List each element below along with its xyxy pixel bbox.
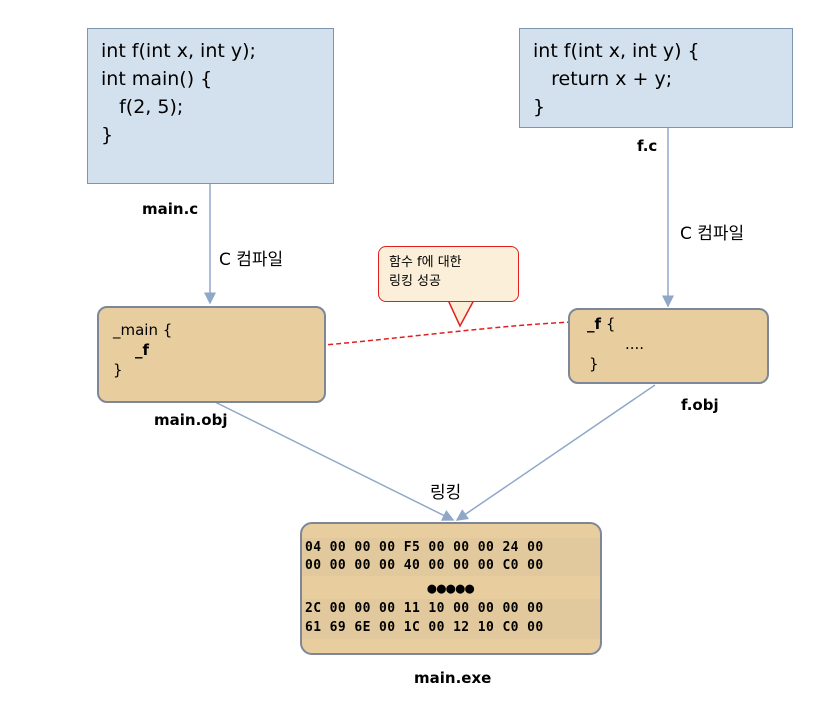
exe-row-4: 61 69 6E 00 1C 00 12 10 C0 00: [305, 620, 544, 635]
f-c-line-3: }: [533, 96, 546, 118]
compile-label-left: C 컴파일: [219, 250, 284, 270]
linking-label: 링킹: [430, 483, 462, 503]
f-obj-brace: {: [605, 315, 616, 333]
main-c-line-4: f(2, 5);: [101, 96, 184, 118]
f-c-line-2: return x + y;: [533, 68, 673, 90]
callout-line-1: 함수 f에 대한: [389, 255, 462, 270]
link-success-callout: 함수 f에 대한 링킹 성공: [378, 246, 519, 302]
main-c-line-3: int main() {: [101, 68, 213, 90]
exe-row-2: 00 00 00 00 40 00 00 00 C0 00: [305, 558, 544, 573]
f-obj-label: f.obj: [681, 396, 719, 414]
main-exe-box: 04 00 00 00 F5 00 00 00 24 00 00 00 00 0…: [300, 522, 602, 655]
exe-row-3: 2C 00 00 00 11 10 00 00 00 00: [305, 601, 544, 616]
callout-tail: [446, 299, 476, 328]
main-exe-label: main.exe: [414, 669, 492, 687]
main-obj-line-1: _main {: [113, 321, 173, 339]
main-c-source-box: int f(int x, int y); int main() { f(2, 5…: [87, 28, 334, 184]
main-c-line-5: }: [101, 124, 114, 146]
f-obj-box: _f { .... }: [568, 308, 769, 384]
main-obj-label: main.obj: [154, 411, 228, 429]
edge-main-obj-to-main-exe: [214, 401, 455, 521]
callout-line-2: 링킹 성공: [389, 274, 441, 289]
f-obj-line-1: _f {: [587, 314, 767, 334]
exe-row-1: 04 00 00 00 F5 00 00 00 24 00: [305, 540, 544, 555]
f-c-line-1: int f(int x, int y) {: [533, 40, 700, 62]
main-c-line-1: int f(int x, int y);: [101, 40, 256, 62]
f-obj-line-3: }: [589, 355, 599, 373]
f-obj-line-2: ....: [625, 335, 645, 353]
compile-label-right: C 컴파일: [680, 224, 745, 244]
f-obj-symbol: _f: [587, 315, 602, 333]
main-c-label: main.c: [142, 200, 199, 218]
main-obj-box: _main { _f }: [97, 306, 326, 403]
main-obj-symbol: _f: [135, 341, 150, 359]
f-c-source-box: int f(int x, int y) { return x + y; }: [519, 28, 793, 128]
edge-f-obj-to-main-exe: [455, 384, 656, 521]
exe-ellipsis: ●●●●●: [427, 579, 475, 597]
main-obj-line-3: }: [113, 361, 123, 379]
f-c-label: f.c: [637, 137, 658, 155]
